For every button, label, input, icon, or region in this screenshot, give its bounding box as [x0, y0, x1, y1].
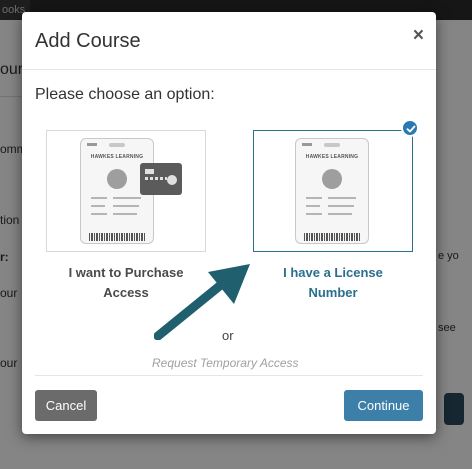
choose-option-prompt: Please choose an option: — [35, 86, 215, 103]
modal-header: Add Course × — [22, 12, 436, 70]
modal-title: Add Course — [35, 30, 141, 52]
cancel-button[interactable]: Cancel — [35, 390, 97, 421]
add-course-modal: Add Course × Please choose an option: HA… — [22, 12, 436, 434]
close-icon[interactable]: × — [413, 26, 424, 46]
checkmark-icon — [401, 119, 419, 137]
license-number-label-line1: I have a License — [283, 265, 383, 280]
id-badge-icon: HAWKES LEARNING — [295, 138, 369, 244]
credit-card-icon — [140, 163, 182, 195]
badge-org-text: HAWKES LEARNING — [90, 154, 144, 160]
request-temporary-access-link[interactable]: Request Temporary Access — [152, 356, 299, 370]
license-number-option-card[interactable]: HAWKES LEARNING — [253, 130, 413, 252]
annotation-arrow-icon — [154, 264, 250, 340]
continue-button[interactable]: Continue — [344, 390, 423, 421]
badge-org-text: HAWKES LEARNING — [305, 154, 359, 160]
purchase-access-option-card[interactable]: HAWKES LEARNING — [46, 130, 206, 252]
modal-footer-divider — [35, 375, 423, 376]
license-number-label[interactable]: I have a License Number — [248, 263, 418, 303]
license-number-label-line2: Number — [308, 285, 358, 300]
